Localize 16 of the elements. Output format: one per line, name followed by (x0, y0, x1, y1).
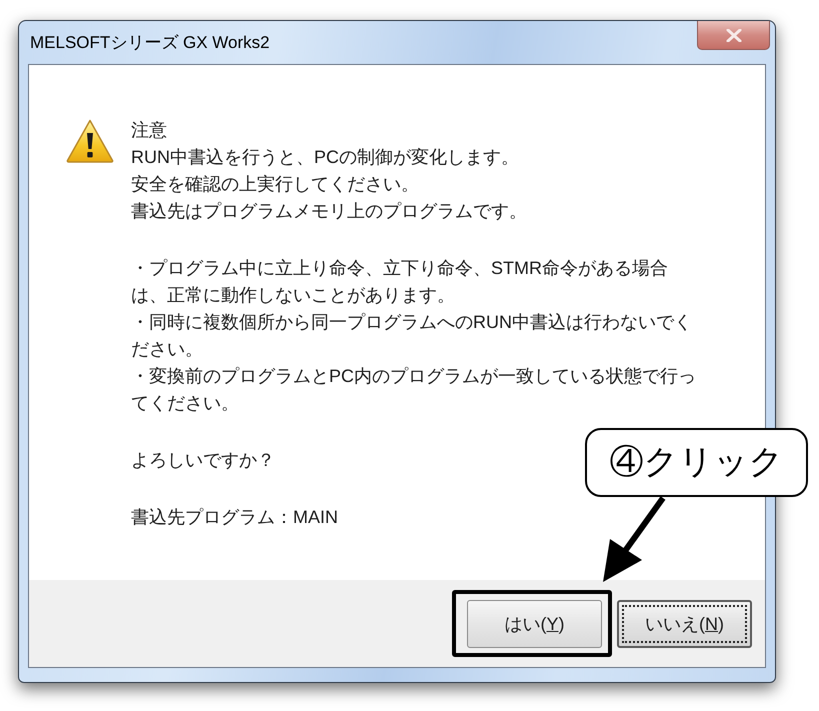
yes-button[interactable]: はい(Y) (467, 600, 602, 648)
message-heading: 注意 (131, 119, 167, 142)
callout: ④クリック (585, 428, 808, 497)
message-text: 安全を確認の上実行してください。 (131, 173, 419, 196)
message-text: RUN中書込を行うと、PCの制御が変化します。 (131, 146, 520, 169)
close-icon (726, 28, 742, 42)
message-text: ・プログラム中に立上り命令、立下り命令、STMR命令がある場合 は、正常に動作しないことがあります。 (131, 257, 668, 307)
message-text: ・変換前のプログラムとPC内のプログラムが一致している状態で行っ てください。 (131, 365, 696, 415)
message-text: よろしいですか？ (131, 449, 275, 472)
close-button[interactable] (697, 21, 770, 50)
window-title: MELSOFTシリーズ GX Works2 (30, 32, 270, 54)
no-button[interactable]: いいえ(N) (617, 600, 752, 648)
message-text: 書込先はプログラムメモリ上のプログラムです。 (131, 200, 527, 223)
message-text: 書込先プログラム：MAIN (131, 506, 338, 529)
message-text: ・同時に複数個所から同一プログラムへのRUN中書込は行わないでく ださい。 (131, 311, 692, 361)
warning-icon (66, 119, 114, 163)
